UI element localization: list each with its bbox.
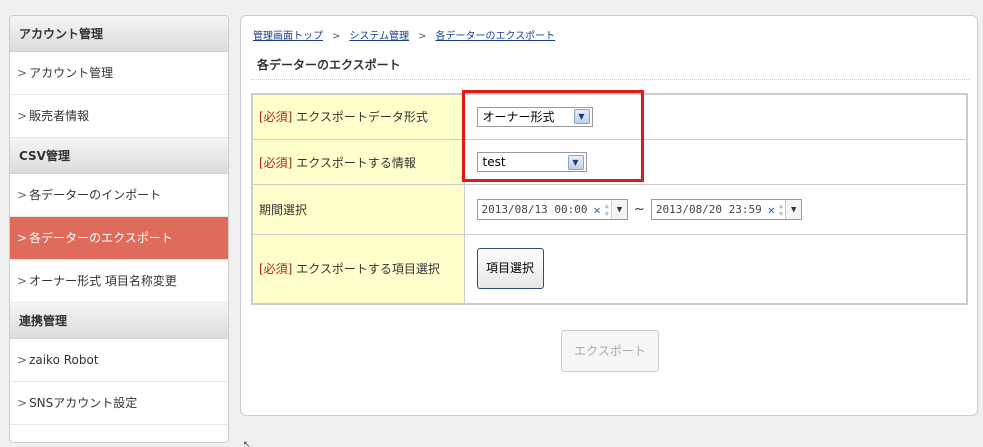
period-from-input[interactable]: 2013/08/13 00:00 ✕ ▲ ▼ ▼ — [476, 199, 628, 221]
required-tag: [必須] — [259, 110, 293, 125]
clear-icon[interactable]: ✕ — [593, 203, 600, 217]
dropdown-arrow-icon[interactable]: ▼ — [610, 200, 627, 220]
sidebar-item-account-management[interactable]: > アカウント管理 — [10, 52, 228, 95]
chevron-right-icon: > — [17, 396, 28, 410]
sidebar-item-owner-format-rename[interactable]: > オーナー形式 項目名称変更 — [10, 260, 228, 303]
select-items-button[interactable]: 項目選択 — [476, 248, 544, 290]
chevron-down-icon: ▼ — [567, 154, 584, 170]
spinner-icon[interactable]: ▲ ▼ — [605, 202, 609, 218]
chevron-right-icon: > — [17, 231, 28, 245]
chevron-down-icon: ▼ — [573, 109, 590, 125]
period-to-input[interactable]: 2013/08/20 23:59 ✕ ▲ ▼ ▼ — [650, 199, 803, 221]
period-cell: 2013/08/13 00:00 ✕ ▲ ▼ ▼ ~ 2013/08/20 23:… — [463, 184, 968, 235]
chevron-right-icon: > — [17, 66, 28, 80]
export-button[interactable]: エクスポート — [561, 330, 659, 372]
chevron-right-icon: > — [17, 109, 28, 123]
sidebar-item-zaiko-robot[interactable]: > zaiko Robot — [10, 339, 228, 382]
breadcrumb-link-top[interactable]: 管理画面トップ — [253, 31, 323, 42]
range-separator: ~ — [633, 202, 645, 218]
info-cell: test ▼ — [463, 138, 968, 186]
breadcrumb-separator: > — [332, 31, 341, 42]
breadcrumb-link-system[interactable]: システム管理 — [349, 31, 409, 42]
required-tag: [必須] — [259, 155, 293, 170]
chevron-right-icon: > — [17, 353, 28, 367]
breadcrumb: 管理画面トップ > システム管理 > 各データーのエクスポート — [253, 27, 555, 42]
title-divider — [251, 79, 969, 80]
sidebar: アカウント管理 > アカウント管理 > 販売者情報 CSV管理 > 各データーのインポ… — [9, 15, 229, 443]
breadcrumb-separator: > — [418, 31, 427, 42]
spinner-icon[interactable]: ▲ ▼ — [779, 202, 783, 218]
format-label: [必須] エクスポートデータ形式 — [251, 93, 465, 140]
info-select[interactable]: test ▼ — [476, 152, 587, 173]
required-tag: [必須] — [259, 262, 293, 277]
sidebar-item-seller-info[interactable]: > 販売者情報 — [10, 95, 228, 138]
main-panel: 管理画面トップ > システム管理 > 各データーのエクスポート 各データーのエクスポート… — [240, 15, 978, 416]
chevron-right-icon: > — [17, 274, 28, 288]
items-label: [必須] エクスポートする項目選択 — [251, 233, 465, 305]
page-title: 各データーのエクスポート — [257, 58, 401, 72]
dropdown-arrow-icon[interactable]: ▼ — [785, 200, 802, 220]
sidebar-section-integration: 連携管理 — [10, 303, 228, 339]
sidebar-section-csv: CSV管理 — [10, 138, 228, 174]
clear-icon[interactable]: ✕ — [768, 203, 775, 217]
sidebar-item-import[interactable]: > 各データーのインポート — [10, 174, 228, 217]
export-form: [必須] エクスポートデータ形式 オーナー形式 ▼ [必須] エクスポートする情… — [251, 93, 968, 305]
sidebar-section-account: アカウント管理 — [10, 16, 228, 52]
sidebar-item-sns-account[interactable]: > SNSアカウント設定 — [10, 382, 228, 425]
breadcrumb-link-export[interactable]: 各データーのエクスポート — [435, 31, 555, 42]
period-label: 期間選択 — [251, 184, 465, 235]
info-label: [必須] エクスポートする情報 — [251, 138, 465, 186]
format-cell: オーナー形式 ▼ — [463, 93, 968, 140]
items-cell: 項目選択 — [463, 233, 968, 305]
format-select[interactable]: オーナー形式 ▼ — [476, 106, 593, 127]
mouse-cursor-icon: ↖ — [243, 440, 251, 447]
chevron-right-icon: > — [17, 188, 28, 202]
sidebar-item-export[interactable]: > 各データーのエクスポート — [10, 217, 228, 260]
